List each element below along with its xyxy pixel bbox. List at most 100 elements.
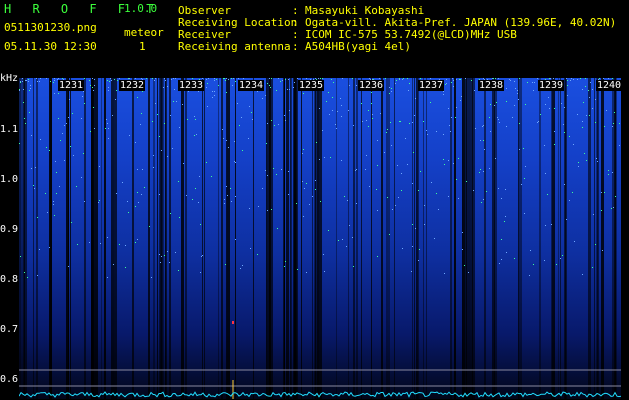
noise-speckle bbox=[461, 96, 462, 97]
noise-speckle bbox=[303, 93, 304, 94]
noise-speckle bbox=[569, 200, 570, 201]
noise-speckle bbox=[480, 169, 481, 170]
noise-speckle bbox=[402, 79, 403, 80]
noise-speckle bbox=[116, 90, 117, 91]
noise-speckle bbox=[462, 232, 463, 233]
noise-streak bbox=[462, 78, 463, 399]
noise-speckle bbox=[537, 78, 538, 79]
noise-speckle bbox=[582, 127, 583, 128]
noise-speckle bbox=[320, 78, 321, 79]
noise-speckle bbox=[304, 188, 305, 189]
noise-streak bbox=[336, 78, 337, 399]
noise-speckle bbox=[81, 118, 82, 119]
noise-speckle bbox=[297, 78, 298, 79]
noise-speckle bbox=[297, 269, 298, 270]
noise-speckle bbox=[194, 135, 195, 136]
noise-speckle bbox=[497, 117, 498, 118]
noise-speckle bbox=[529, 275, 530, 276]
noise-speckle bbox=[315, 78, 316, 79]
noise-streak bbox=[218, 78, 219, 399]
app-version: 1.0.0 bbox=[124, 2, 158, 15]
noise-speckle bbox=[468, 272, 469, 273]
noise-speckle bbox=[54, 93, 55, 94]
noise-streak bbox=[290, 78, 292, 399]
noise-speckle bbox=[564, 107, 565, 108]
noise-streak bbox=[466, 78, 468, 399]
noise-speckle bbox=[66, 123, 67, 124]
noise-speckle bbox=[269, 85, 270, 86]
noise-speckle bbox=[342, 239, 343, 240]
noise-speckle bbox=[352, 237, 353, 238]
noise-speckle bbox=[128, 78, 129, 79]
noise-speckle bbox=[498, 188, 499, 189]
noise-speckle bbox=[430, 78, 431, 79]
noise-speckle bbox=[606, 110, 607, 111]
noise-speckle bbox=[566, 219, 567, 220]
noise-speckle bbox=[214, 80, 215, 81]
noise-streak bbox=[181, 78, 184, 399]
noise-speckle bbox=[601, 210, 602, 211]
noise-speckle bbox=[604, 126, 605, 127]
noise-speckle bbox=[267, 123, 268, 124]
noise-speckle bbox=[553, 78, 554, 79]
noise-speckle bbox=[415, 228, 416, 229]
noise-streak bbox=[463, 78, 465, 399]
noise-streak bbox=[353, 78, 355, 399]
noise-speckle bbox=[172, 148, 173, 149]
spectrogram bbox=[19, 78, 621, 399]
noise-streak bbox=[68, 78, 69, 399]
noise-speckle bbox=[341, 160, 342, 161]
noise-speckle bbox=[483, 78, 484, 79]
noise-speckle bbox=[226, 140, 227, 141]
noise-speckle bbox=[475, 128, 476, 129]
noise-speckle bbox=[29, 112, 30, 113]
y-tick-label: 0.9 bbox=[0, 224, 19, 235]
noise-speckle bbox=[58, 78, 59, 79]
noise-speckle bbox=[412, 246, 413, 247]
noise-speckle bbox=[113, 264, 114, 265]
noise-streak bbox=[518, 78, 519, 399]
noise-speckle bbox=[326, 101, 327, 102]
noise-speckle bbox=[224, 199, 225, 200]
noise-speckle bbox=[400, 121, 401, 122]
noise-speckle bbox=[448, 160, 449, 161]
noise-speckle bbox=[512, 117, 513, 118]
noise-speckle bbox=[227, 195, 228, 196]
noise-streak bbox=[50, 78, 52, 399]
noise-speckle bbox=[159, 254, 160, 255]
noise-speckle bbox=[337, 111, 338, 112]
noise-speckle bbox=[129, 78, 130, 79]
noise-speckle bbox=[71, 222, 72, 223]
noise-speckle bbox=[438, 209, 439, 210]
noise-speckle bbox=[530, 250, 531, 251]
noise-speckle bbox=[72, 113, 73, 114]
noise-speckle bbox=[225, 264, 226, 265]
noise-speckle bbox=[446, 79, 447, 80]
noise-speckle bbox=[517, 93, 518, 94]
noise-speckle bbox=[409, 83, 410, 84]
noise-streak bbox=[132, 78, 134, 399]
noise-speckle bbox=[391, 88, 392, 89]
noise-speckle bbox=[248, 138, 249, 139]
noise-streak bbox=[294, 78, 297, 399]
noise-streak bbox=[24, 78, 27, 399]
noise-speckle bbox=[281, 169, 282, 170]
noise-speckle bbox=[379, 78, 380, 79]
noise-speckle bbox=[294, 82, 295, 83]
noise-speckle bbox=[249, 208, 250, 209]
noise-speckle bbox=[31, 168, 32, 169]
noise-speckle bbox=[271, 209, 272, 210]
noise-speckle bbox=[62, 133, 63, 134]
noise-speckle bbox=[389, 93, 390, 94]
noise-speckle bbox=[453, 86, 454, 87]
noise-speckle bbox=[341, 105, 342, 106]
noise-speckle bbox=[523, 148, 524, 149]
noise-speckle bbox=[315, 189, 316, 190]
noise-speckle bbox=[25, 80, 26, 81]
noise-speckle bbox=[119, 244, 120, 245]
noise-speckle bbox=[92, 87, 93, 88]
noise-speckle bbox=[608, 170, 609, 171]
noise-speckle bbox=[462, 249, 463, 250]
noise-speckle bbox=[240, 268, 241, 269]
noise-speckle bbox=[276, 174, 277, 175]
